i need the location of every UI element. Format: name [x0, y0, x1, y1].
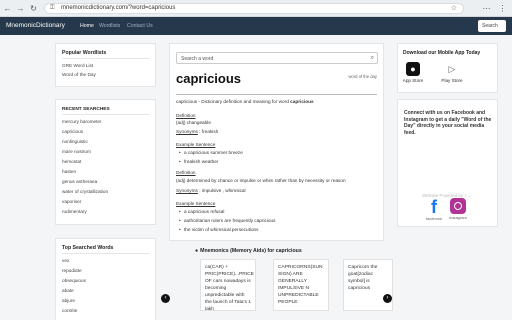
bulb-icon: ●	[195, 248, 199, 254]
top-item[interactable]: repudiate	[62, 268, 82, 273]
example-sentence: a capricious summer breeze	[179, 150, 243, 155]
page-body: Popular Wordlists GRE Word List Word of …	[0, 35, 512, 320]
address-bar[interactable]: ⚿ mnemonicdictionary.com/?word=capriciou…	[44, 3, 464, 14]
top-searched-card: Top Searched Words vex repudiate obsequi…	[55, 238, 156, 320]
mnemonic-card[interactable]: Capricorn the goat[zodiac symbol] is cap…	[343, 259, 393, 311]
example-sentence: freakish weather	[179, 159, 218, 164]
site-logo[interactable]: MnemonicDictionary	[6, 22, 65, 29]
mnemonic-card[interactable]: CAPRICORNS(SUN SIGN) ARE GENERALLY IMPUL…	[273, 259, 329, 311]
definition-text: (adj) determined by chance or impulse or…	[176, 178, 346, 183]
social-card: Connect with us on Facebook and Instagra…	[397, 99, 498, 227]
top-item[interactable]: abjure	[62, 298, 75, 303]
instagram-icon	[450, 198, 466, 214]
nav-home[interactable]: Home	[80, 23, 94, 29]
definition-text: (adj) changeable	[176, 120, 211, 125]
example-label: Example Sentence	[176, 201, 216, 206]
wordlist-link-wotd[interactable]: Word of the Day	[62, 72, 96, 77]
play-store-button[interactable]: ▷ Play Store	[441, 62, 463, 83]
play-icon: ▷	[445, 62, 459, 76]
reload-icon[interactable]: ↻	[29, 4, 38, 13]
connect-text: Connect with us on Facebook and Instagra…	[404, 110, 492, 136]
mnemonics-title: ● Mnemonics (Memory Aids) for capricious	[195, 248, 302, 254]
app-store-label: App Store	[402, 78, 424, 83]
recent-item[interactable]: vaporiser	[62, 199, 81, 204]
definition-card: Search a word ⌕ capricious word of the d…	[169, 43, 384, 241]
divider	[176, 94, 377, 95]
recent-item[interactable]: mercury barometer	[62, 119, 102, 124]
word-title: capricious	[176, 71, 242, 86]
facebook-icon: f	[431, 197, 437, 217]
divider	[62, 58, 149, 59]
top-item[interactable]: contrite	[62, 308, 77, 313]
extensions-icon[interactable]: ⋯	[482, 4, 491, 13]
browser-toolbar: ← → ↻ ⚿ mnemonicdictionary.com/?word=cap…	[0, 0, 512, 17]
popular-wordlists-title: Popular Wordlists	[62, 50, 107, 56]
bookmark-star-icon[interactable]: ☆	[451, 4, 457, 12]
word-of-the-day-label[interactable]: word of the day	[348, 74, 377, 79]
example-label: Example Sentence	[176, 142, 216, 147]
recent-searches-title: RECENT SEARCHES	[62, 107, 110, 112]
next-arrow-icon[interactable]: ›	[383, 294, 392, 303]
word-search-input[interactable]: Search a word ⌕	[176, 52, 378, 64]
synonyms-row: Synonyms : impulsive , whimsical	[176, 188, 246, 193]
synonyms-row: Synonyms : freakish	[176, 129, 219, 134]
example-sentence: a capricious refusal	[179, 209, 224, 214]
download-app-title: Download our Mobile App Today	[403, 50, 481, 56]
search-placeholder: Search a word	[181, 56, 214, 62]
word-description: capricious - Dictionary definition and m…	[176, 99, 314, 104]
recent-item[interactable]: nonlinguistic	[62, 139, 88, 144]
lock-icon: ⚿	[50, 5, 55, 11]
recent-item[interactable]: water of crystallization	[62, 189, 108, 194]
nav-contact-us[interactable]: Contact Us	[127, 23, 153, 29]
top-searched-title: Top Searched Words	[62, 245, 114, 251]
instagram-label: instagram	[449, 215, 467, 220]
browser-menu-icon[interactable]: ⋮	[498, 4, 507, 13]
top-item[interactable]: obsequious	[62, 278, 86, 283]
mnemonic-card[interactable]: ca(CAR) + PRIC(PRICE)...PRICE OF cars no…	[200, 259, 256, 311]
recent-item[interactable]: hemostat	[62, 159, 81, 164]
back-icon[interactable]: ←	[3, 4, 12, 13]
prev-arrow-icon[interactable]: ‹	[161, 294, 170, 303]
nav-wordlists[interactable]: Wordlists	[99, 23, 120, 29]
top-item[interactable]: abate	[62, 288, 74, 293]
play-store-label: Play Store	[441, 78, 463, 83]
facebook-link[interactable]: f facebook	[425, 198, 443, 221]
divider	[62, 253, 149, 254]
recent-item[interactable]: capricious	[62, 129, 83, 134]
url-text: mnemonicdictionary.com/?word=capricious	[61, 5, 176, 11]
apple-icon: ●	[406, 62, 420, 76]
definition-label: Definition	[176, 113, 196, 118]
divider	[62, 114, 149, 115]
example-sentence: authoritarian rulers are frequently capr…	[179, 218, 275, 223]
wordlist-link-gre[interactable]: GRE Word List	[62, 63, 93, 68]
definition-label: Definition	[176, 170, 196, 175]
example-sentence: the victim of whimsical persecutions	[179, 227, 258, 232]
site-header: MnemonicDictionary Home Wordlists Contac…	[0, 17, 512, 35]
recent-item[interactable]: hasten	[62, 169, 76, 174]
recent-item[interactable]: genus antheraea	[62, 179, 97, 184]
facebook-label: facebook	[425, 216, 443, 221]
popular-wordlists-card: Popular Wordlists GRE Word List Word of …	[55, 43, 156, 87]
app-store-button[interactable]: ● App Store	[402, 62, 424, 83]
header-search-button[interactable]: Search	[478, 20, 506, 32]
download-app-card: Download our Mobile App Today ● App Stor…	[397, 43, 498, 93]
instagram-link[interactable]: instagram	[449, 198, 467, 220]
top-item[interactable]: vex	[62, 258, 69, 263]
forward-icon[interactable]: →	[16, 4, 25, 13]
recent-searches-card: RECENT SEARCHES mercury barometer capric…	[55, 99, 156, 225]
recent-item[interactable]: rudimentary	[62, 209, 87, 214]
recent-item[interactable]: mare nostrum	[62, 149, 91, 154]
search-icon[interactable]: ⌕	[371, 55, 374, 62]
mnemonics-section: ● Mnemonics (Memory Aids) for capricious …	[160, 246, 393, 320]
